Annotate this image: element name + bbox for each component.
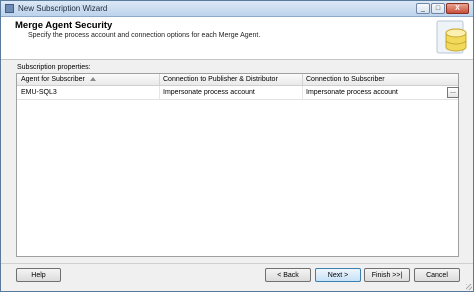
cell-publisher-connection[interactable]: Impersonate process account <box>163 89 255 96</box>
browse-button[interactable]: ... <box>447 87 459 98</box>
cancel-button[interactable]: Cancel <box>414 268 460 282</box>
finish-button[interactable]: Finish >>| <box>364 268 410 282</box>
cell-divider <box>302 86 303 99</box>
wizard-app-icon <box>5 4 14 13</box>
resize-grip[interactable] <box>466 284 472 290</box>
cell-subscriber-connection[interactable]: Impersonate process account <box>306 89 398 96</box>
window-title: New Subscription Wizard <box>18 4 108 13</box>
maximize-button[interactable]: □ <box>431 3 445 14</box>
help-button[interactable]: Help <box>16 268 61 282</box>
sort-ascending-icon <box>90 77 96 81</box>
title-bar[interactable]: New Subscription Wizard _ □ X <box>1 1 473 17</box>
cell-agent[interactable]: EMU-SQL3 <box>21 89 57 96</box>
cell-divider <box>159 86 160 99</box>
page-description: Specify the process account and connecti… <box>28 32 261 39</box>
column-divider[interactable] <box>302 74 303 85</box>
footer-divider <box>1 263 473 264</box>
next-button[interactable]: Next > <box>315 268 361 282</box>
back-button[interactable]: < Back <box>265 268 311 282</box>
subscription-properties-grid[interactable]: Agent for Subscriber Connection to Publi… <box>16 73 459 257</box>
close-button[interactable]: X <box>446 3 469 14</box>
page-title: Merge Agent Security <box>15 20 113 31</box>
column-header-publisher-connection[interactable]: Connection to Publisher & Distributor <box>163 76 278 83</box>
wizard-window: New Subscription Wizard _ □ X Merge Agen… <box>0 0 474 292</box>
database-icon <box>436 20 467 54</box>
minimize-button[interactable]: _ <box>416 3 430 14</box>
grid-header: Agent for Subscriber Connection to Publi… <box>17 74 458 86</box>
column-divider[interactable] <box>159 74 160 85</box>
column-header-subscriber-connection[interactable]: Connection to Subscriber <box>306 76 385 83</box>
page-header: Merge Agent Security Specify the process… <box>1 17 473 60</box>
column-header-agent[interactable]: Agent for Subscriber <box>21 76 85 83</box>
subscription-properties-label: Subscription properties: <box>17 64 91 71</box>
table-row[interactable]: EMU-SQL3 Impersonate process account Imp… <box>17 86 459 100</box>
